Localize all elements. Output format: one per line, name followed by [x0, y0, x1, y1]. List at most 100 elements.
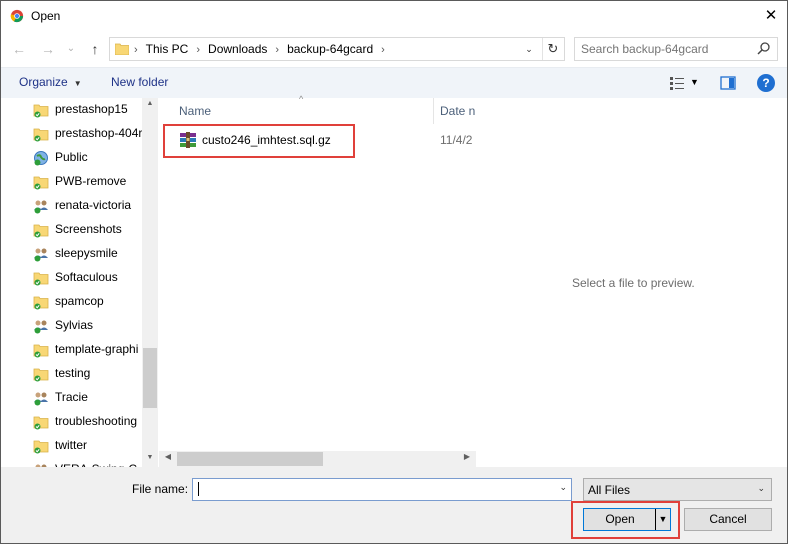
- file-date: 11/4/2: [440, 133, 473, 147]
- preview-pane-icon[interactable]: [720, 75, 736, 91]
- sidebar-item-label: renata-victoria: [55, 198, 132, 212]
- shared-users-icon: [33, 318, 49, 334]
- shared-users-icon: [33, 198, 49, 214]
- column-header-date-label: Date n: [440, 104, 476, 118]
- column-header-name-label: Name: [179, 104, 212, 118]
- sidebar-item[interactable]: sleepysmile: [31, 242, 143, 266]
- window-title: Open: [31, 9, 61, 23]
- sidebar-item-label: testing: [55, 366, 91, 380]
- sidebar-item[interactable]: PWB-remove: [31, 170, 143, 194]
- sidebar-item-label: Sylvias: [55, 318, 94, 332]
- folder-sync-icon: [33, 126, 49, 142]
- change-view-icon[interactable]: [669, 75, 685, 91]
- help-button[interactable]: ?: [757, 74, 775, 92]
- title-bar: Open ✕: [1, 1, 787, 32]
- breadcrumb-separator: ›: [134, 44, 138, 56]
- folder-sync-icon: [33, 414, 49, 430]
- breadcrumb-separator[interactable]: ›: [275, 44, 279, 56]
- folder-sync-icon: [33, 102, 49, 118]
- breadcrumb-this-pc[interactable]: This PC: [146, 42, 189, 56]
- new-folder-button[interactable]: New folder: [111, 75, 168, 89]
- sidebar-item[interactable]: Screenshots: [31, 218, 143, 242]
- file-list: ^ Name Date n custo246_imhtest.sql.gz 11…: [159, 94, 476, 467]
- highlight-annotation: [163, 124, 355, 158]
- file-list-horizontal-scrollbar[interactable]: ◀ ▶: [159, 451, 476, 467]
- column-header-date[interactable]: Date n: [434, 98, 476, 124]
- sidebar-item[interactable]: troubleshooting: [31, 410, 143, 434]
- folder-icon: [115, 43, 129, 55]
- sidebar-item-label: Softaculous: [55, 270, 118, 284]
- column-header-name[interactable]: Name: [159, 98, 433, 124]
- preview-pane: Select a file to preview.: [477, 98, 787, 467]
- folder-sync-icon: [33, 294, 49, 310]
- navigation-pane: prestashop15 prestashop-404r Public PWB-rem…: [1, 98, 158, 467]
- scrollbar-thumb[interactable]: [177, 452, 323, 466]
- file-name-input[interactable]: ⌄: [192, 478, 572, 501]
- folder-sync-icon: [33, 366, 49, 382]
- sidebar-item[interactable]: twitter: [31, 434, 143, 458]
- breadcrumb-downloads[interactable]: Downloads: [208, 42, 267, 56]
- shared-users-icon: [33, 390, 49, 406]
- preview-message: Select a file to preview.: [572, 276, 695, 290]
- sidebar-item-label: troubleshooting: [55, 414, 138, 428]
- sidebar-item[interactable]: Sylvias: [31, 314, 143, 338]
- address-bar[interactable]: › This PC › Downloads › backup-64gcard › ⌄ ↻: [109, 37, 565, 61]
- navigation-pane-scrollbar[interactable]: ▲ ▼: [142, 98, 158, 467]
- chevron-down-icon: ▼: [73, 79, 82, 88]
- file-type-value: All Files: [588, 483, 631, 497]
- close-button[interactable]: ✕: [758, 4, 784, 28]
- sidebar-item[interactable]: Tracie: [31, 386, 143, 410]
- sidebar-item[interactable]: Public: [31, 146, 143, 170]
- sidebar-item-label: prestashop-404r: [55, 126, 143, 140]
- cancel-button[interactable]: Cancel: [684, 508, 772, 531]
- sidebar-item-label: sleepysmile: [55, 246, 118, 260]
- chrome-icon: [10, 9, 24, 23]
- scroll-down-icon[interactable]: ▼: [142, 454, 158, 461]
- sidebar-item[interactable]: Softaculous: [31, 266, 143, 290]
- breadcrumb-separator[interactable]: ›: [196, 44, 200, 56]
- up-button[interactable]: ↑: [85, 40, 105, 58]
- recent-locations-button[interactable]: ⌄: [61, 40, 81, 58]
- view-options-dropdown[interactable]: ▼: [690, 77, 699, 87]
- search-icon[interactable]: [755, 40, 773, 58]
- file-type-select[interactable]: All Files ⌄: [583, 478, 772, 501]
- scrollbar-thumb[interactable]: [143, 348, 157, 408]
- breadcrumb-separator[interactable]: ›: [381, 44, 385, 56]
- open-dialog: Open ✕ ← → ⌄ ↑ › This PC › Downloads › backup…: [0, 0, 788, 544]
- highlight-annotation: [571, 501, 680, 539]
- sidebar-item[interactable]: prestashop-404r: [31, 122, 143, 146]
- file-name-dropdown-icon[interactable]: ⌄: [559, 482, 567, 493]
- sidebar-item[interactable]: VERA-Swing-C: [31, 458, 143, 467]
- scroll-up-icon[interactable]: ▲: [142, 100, 158, 107]
- sidebar-item-label: twitter: [55, 438, 88, 452]
- scroll-right-icon[interactable]: ▶: [459, 452, 475, 461]
- sidebar-item[interactable]: template-graphi: [31, 338, 143, 362]
- address-dropdown-button[interactable]: ⌄: [520, 38, 538, 60]
- scroll-left-icon[interactable]: ◀: [160, 452, 176, 461]
- sidebar-item[interactable]: testing: [31, 362, 143, 386]
- chevron-down-icon: ⌄: [757, 483, 765, 493]
- search-box[interactable]: [574, 37, 778, 61]
- sidebar-item-label: spamcop: [55, 294, 104, 308]
- folder-sync-icon: [33, 270, 49, 286]
- breadcrumb: › This PC › Downloads › backup-64gcard ›: [134, 38, 393, 60]
- organize-label: Organize: [19, 75, 68, 89]
- back-button[interactable]: ←: [9, 40, 29, 58]
- folder-sync-icon: [33, 222, 49, 238]
- sidebar-item-label: Public: [55, 150, 88, 164]
- sidebar-item[interactable]: prestashop15: [31, 98, 143, 122]
- forward-button[interactable]: →: [38, 40, 58, 58]
- sidebar-item-label: template-graphi: [55, 342, 139, 356]
- refresh-button[interactable]: ↻: [542, 38, 563, 60]
- command-toolbar: Organize ▼ New folder ▼ ?: [1, 67, 787, 98]
- dialog-footer: File name: ⌄ All Files ⌄ Open ▼ Cancel: [1, 467, 787, 543]
- organize-button[interactable]: Organize ▼: [19, 75, 82, 89]
- search-input[interactable]: [579, 40, 753, 58]
- shared-users-icon: [33, 246, 49, 262]
- sidebar-item[interactable]: renata-victoria: [31, 194, 143, 218]
- sidebar-item[interactable]: spamcop: [31, 290, 143, 314]
- breadcrumb-backup-64gcard[interactable]: backup-64gcard: [287, 42, 373, 56]
- folder-sync-icon: [33, 438, 49, 454]
- file-name-label: File name:: [132, 482, 189, 496]
- sidebar-item-label: PWB-remove: [55, 174, 127, 188]
